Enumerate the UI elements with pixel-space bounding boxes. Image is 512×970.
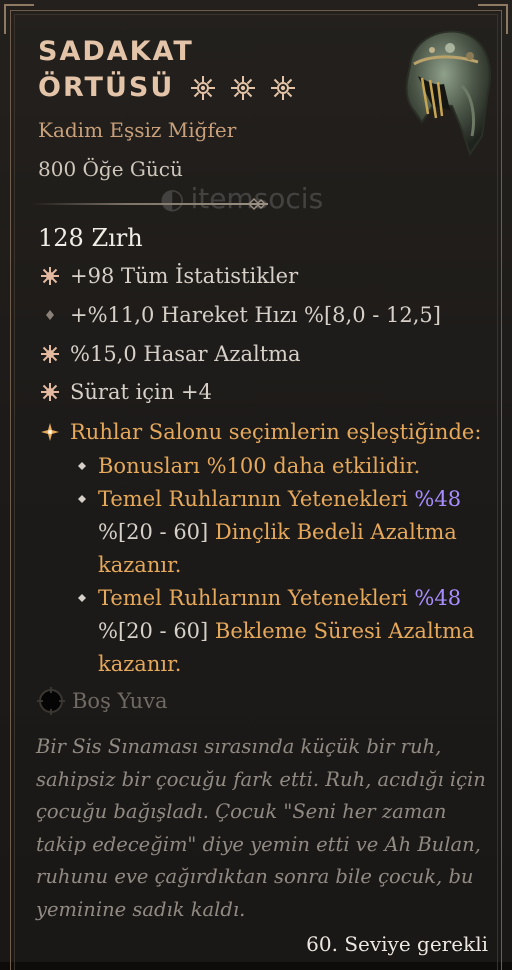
unique-power-row: Ruhlar Salonu seçimlerin eşleştiğinde: [38,420,481,444]
socket-label: Boş Yuva [72,689,168,713]
bullet-diamond-icon [78,462,86,470]
bullet-value: %48 [414,586,462,610]
watermark-logo-icon: ◐ [160,181,185,215]
divider-ornament-icon [248,198,266,210]
bullet-diamond-icon [78,594,86,602]
required-level: 60. Seviye gerekli [306,932,488,956]
flavor-text: Bir Sis Sınaması sırasında küçük bir ruh… [36,735,486,921]
item-name-line2: ÖRTÜSÜ [38,72,175,103]
greater-affix-icon [38,380,62,404]
unique-power-intro: Ruhlar Salonu seçimlerin eşleştiğinde: [70,420,482,444]
small-diamond-icon [38,303,62,327]
affix-row: +%11,0 Hareket Hızı %[8,0 - 12,5] [38,303,441,327]
frame-corner-top-left [4,4,34,34]
affix-row: Sürat için +4 [38,380,212,404]
unique-power-icon [38,420,62,444]
greater-affix-stars [190,75,296,101]
affix-text: %15,0 Hasar Azaltma [70,342,301,366]
empty-socket: Boş Yuva [36,686,167,716]
greater-affix-star-icon [231,76,256,100]
item-tooltip: ◐ itemsocis SADAKAT ÖRTÜSÜ Kadim Eşsiz M… [0,0,512,970]
affix-row: %15,0 Hasar Azaltma [38,342,301,366]
bullet-text-pre: Temel Ruhlarının Yetenekleri [98,586,415,610]
item-power: 800 Öğe Gücü [38,157,183,181]
armor-value: 128 Zırh [38,224,143,252]
helmet-icon [405,30,491,157]
item-type: Kadim Eşsiz Miğfer [38,118,237,142]
affix-row: +98 Tüm İstatistikler [38,264,298,288]
bullet-range: %[20 - 60] [98,619,209,643]
affix-text: +%11,0 Hareket Hızı %[8,0 - 12,5] [70,303,441,327]
greater-affix-star-icon [271,76,296,100]
bullet-text: Temel Ruhlarının Yetenekleri %48 %[20 - 6… [98,582,488,681]
bullet-value: %48 [414,487,462,511]
greater-affix-icon [38,264,62,288]
bullet-text: Temel Ruhlarının Yetenekleri %48 %[20 - 6… [98,483,488,582]
socket-icon [37,687,65,715]
watermark: ◐ itemsocis [160,178,400,218]
item-name: SADAKAT ÖRTÜSÜ [38,34,296,106]
affix-text: Sürat için +4 [70,380,212,404]
bullet-range: %[20 - 60] [98,520,209,544]
greater-affix-star-icon [191,76,216,100]
greater-affix-icon [38,342,62,366]
bullet-diamond-icon [78,495,86,503]
section-divider [32,203,268,205]
item-name-line1: SADAKAT [38,36,194,67]
bullet-text: Bonusları %100 daha etkilidir. [98,454,421,478]
bullet-text-pre: Temel Ruhlarının Yetenekleri [98,487,415,511]
affix-text: +98 Tüm İstatistikler [70,264,299,288]
